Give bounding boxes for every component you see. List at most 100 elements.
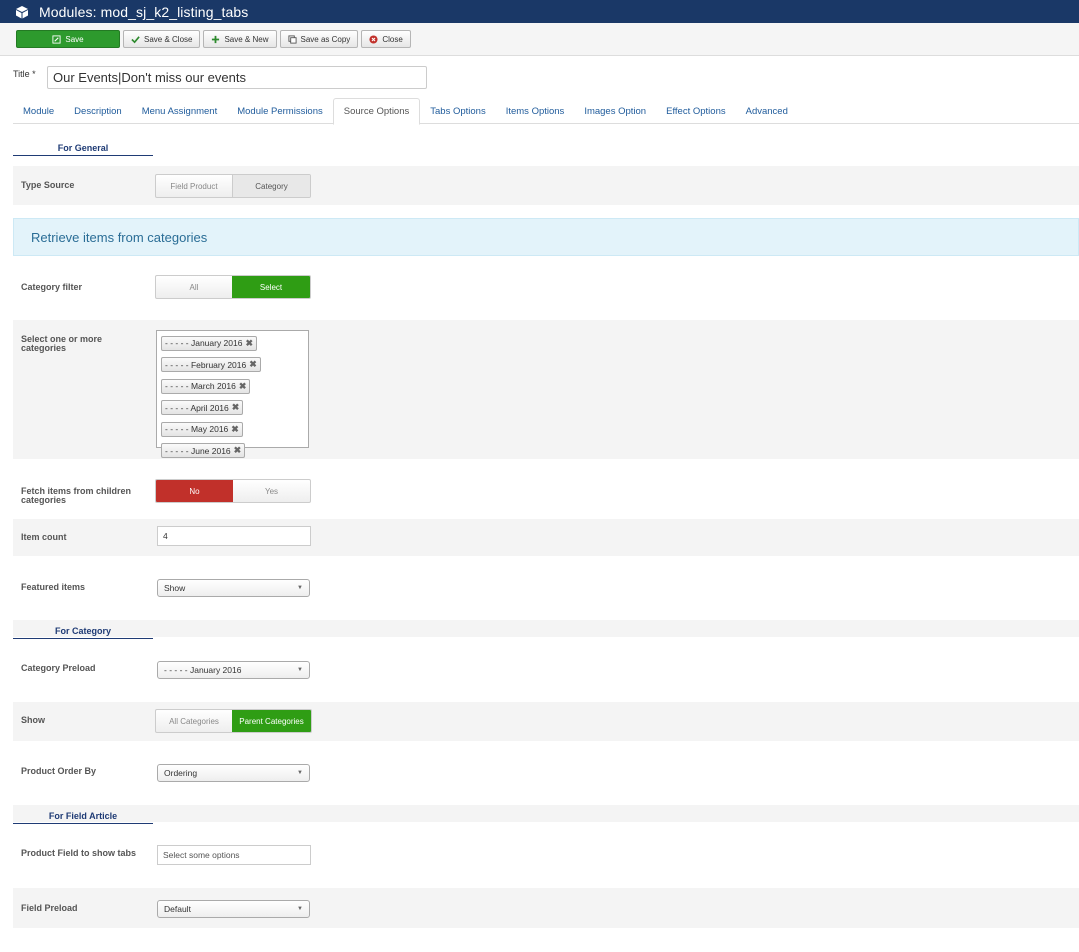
save-new-button[interactable]: Save & New <box>203 30 277 48</box>
window-header: Modules: mod_sj_k2_listing_tabs <box>0 0 1079 23</box>
tab-bar: Module Description Menu Assignment Modul… <box>13 98 1079 125</box>
category-chip: - - - - - April 2016 ✖ <box>161 400 244 415</box>
fetch-children-toggle: No Yes <box>155 479 311 503</box>
fetch-children-row: Fetch items from children categories No … <box>13 470 1079 514</box>
show-parent-categories[interactable]: Parent Categories <box>232 710 311 732</box>
tab-tabs-options[interactable]: Tabs Options <box>420 98 495 124</box>
fetch-children-no[interactable]: No <box>156 480 233 502</box>
categories-label: Select one or more categories <box>21 334 103 353</box>
tab-items-options[interactable]: Items Options <box>496 98 575 124</box>
remove-icon[interactable]: ✖ <box>245 338 253 349</box>
save-copy-button[interactable]: Save as Copy <box>279 30 359 48</box>
category-chip: - - - - - May 2016 ✖ <box>161 421 243 437</box>
save-copy-label: Save as Copy <box>300 34 351 44</box>
remove-icon[interactable]: ✖ <box>239 381 247 392</box>
fetch-children-label: Fetch items from children categories <box>21 486 132 505</box>
close-label: Close <box>382 34 403 44</box>
remove-icon[interactable]: ✖ <box>232 402 240 413</box>
type-source-field-product[interactable]: Field Product <box>156 175 232 197</box>
item-count-label: Item count <box>21 532 67 542</box>
plus-icon <box>212 35 220 43</box>
category-chip: - - - - - March 2016 ✖ <box>161 378 251 394</box>
field-preload-select[interactable]: Default ▼ <box>157 900 310 918</box>
caret-down-icon: ▼ <box>297 585 303 591</box>
check-icon <box>131 35 140 43</box>
tab-module-permissions[interactable]: Module Permissions <box>227 98 333 124</box>
save-new-label: Save & New <box>224 34 269 44</box>
save-label: Save <box>65 34 84 44</box>
title-input[interactable]: Our Events|Don't miss our events <box>47 66 427 89</box>
tab-advanced[interactable]: Advanced <box>736 98 798 124</box>
categories-row: Select one or more categories - - - - - … <box>13 320 1079 459</box>
order-by-value: Ordering <box>164 768 198 778</box>
category-chip-label: - - - - - March 2016 <box>165 381 236 391</box>
show-all-categories[interactable]: All Categories <box>156 710 232 732</box>
remove-icon[interactable]: ✖ <box>231 424 239 435</box>
featured-value: Show <box>164 583 186 593</box>
category-filter-all[interactable]: All <box>156 276 232 298</box>
category-preload-row: Category Preload - - - - - January 2016 … <box>13 648 1079 692</box>
show-toggle: All Categories Parent Categories <box>155 709 312 733</box>
save-button[interactable]: Save <box>16 30 120 48</box>
featured-label: Featured items <box>21 582 86 592</box>
order-by-label: Product Order By <box>21 766 97 776</box>
caret-down-icon: ▼ <box>297 906 303 912</box>
tab-effect-options[interactable]: Effect Options <box>656 98 736 124</box>
remove-icon[interactable]: ✖ <box>249 359 257 370</box>
category-chip: - - - - - February 2016 ✖ <box>161 357 261 372</box>
close-button[interactable]: Close <box>361 30 411 48</box>
field-preload-row: Field Preload Default ▼ <box>13 888 1079 928</box>
type-source-label: Type Source <box>21 180 75 190</box>
caret-down-icon: ▼ <box>297 770 303 776</box>
section-band <box>13 620 1079 637</box>
tab-menu-assignment[interactable]: Menu Assignment <box>132 98 228 124</box>
tab-source-options[interactable]: Source Options <box>332 98 421 125</box>
category-filter-label: Category filter <box>21 282 83 292</box>
section-for-category: For Category <box>13 626 153 639</box>
type-source-toggle: Field Product Category <box>155 174 311 198</box>
close-circle-icon <box>369 34 378 44</box>
categories-multiselect[interactable]: - - - - - January 2016 ✖ - - - - - Februa… <box>156 330 309 458</box>
remove-icon[interactable]: ✖ <box>234 445 242 456</box>
show-row: Show All Categories Parent Categories <box>13 702 1079 741</box>
product-field-row: Product Field to show tabs Select some o… <box>13 832 1079 878</box>
caret-down-icon: ▼ <box>297 667 303 673</box>
product-field-label: Product Field to show tabs <box>21 848 137 858</box>
category-chip-label: - - - - - May 2016 <box>165 424 229 434</box>
category-filter-toggle: All Select <box>155 275 311 299</box>
order-by-select[interactable]: Ordering ▼ <box>157 764 310 782</box>
fetch-children-yes[interactable]: Yes <box>233 480 310 502</box>
category-filter-select[interactable]: Select <box>232 276 310 298</box>
featured-row: Featured items Show ▼ <box>13 566 1079 610</box>
category-preload-value: - - - - - January 2016 <box>164 665 242 675</box>
type-source-category[interactable]: Category <box>232 175 310 197</box>
save-close-label: Save & Close <box>144 34 193 44</box>
show-label: Show <box>21 715 45 725</box>
title-row: Title * Our Events|Don't miss our events <box>13 66 427 89</box>
category-chip-label: - - - - - January 2016 <box>165 338 243 348</box>
toolbar: Save Save & Close Save & New Save as Cop… <box>0 23 1079 56</box>
item-count-input[interactable]: 4 <box>157 526 311 546</box>
page-title: Modules: mod_sj_k2_listing_tabs <box>39 3 249 20</box>
tab-description[interactable]: Description <box>64 98 132 124</box>
category-preload-select[interactable]: - - - - - January 2016 ▼ <box>157 661 310 679</box>
tab-module[interactable]: Module <box>13 98 64 124</box>
category-chip: - - - - - June 2016 ✖ <box>161 443 246 458</box>
item-count-row: Item count 4 <box>13 519 1079 556</box>
category-chip-label: - - - - - February 2016 <box>165 359 247 370</box>
featured-select[interactable]: Show ▼ <box>157 579 310 597</box>
save-close-button[interactable]: Save & Close <box>123 30 201 48</box>
retrieve-banner: Retrieve items from categories <box>13 218 1079 256</box>
section-band <box>13 805 1079 822</box>
field-preload-value: Default <box>164 904 191 914</box>
category-filter-row: Category filter All Select <box>13 266 1079 310</box>
copy-icon <box>287 34 297 44</box>
category-chip: - - - - - January 2016 ✖ <box>161 335 258 351</box>
cube-icon <box>16 5 28 18</box>
tab-images-option[interactable]: Images Option <box>574 98 656 124</box>
order-by-row: Product Order By Ordering ▼ <box>13 750 1079 794</box>
type-source-row: Type Source Field Product Category <box>13 166 1079 205</box>
category-preload-label: Category Preload <box>21 663 96 673</box>
product-field-input[interactable]: Select some options <box>157 845 311 865</box>
field-preload-label: Field Preload <box>21 903 78 913</box>
